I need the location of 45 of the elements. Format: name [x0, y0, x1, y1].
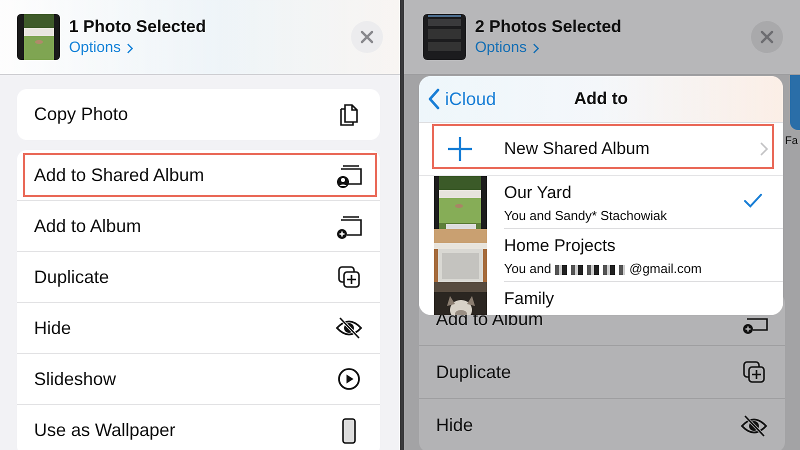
album-members: You and [504, 260, 552, 278]
duplicate-icon [740, 358, 768, 386]
duplicate-icon [335, 263, 363, 291]
action-label: Copy Photo [34, 104, 128, 125]
options-link[interactable]: Options [69, 38, 133, 58]
back-button[interactable]: iCloud [428, 88, 496, 110]
album-name: Our Yard [504, 182, 572, 204]
action-row[interactable]: Add to Shared Album [17, 150, 380, 201]
app-label: Fa [785, 135, 798, 147]
album-name: Home Projects [504, 235, 616, 257]
new-album-row[interactable]: New Shared Album [419, 123, 783, 176]
popup-title: Add to [574, 89, 628, 109]
close-icon [360, 30, 374, 44]
new-album-label: New Shared Album [504, 139, 651, 159]
action-label: Duplicate [34, 266, 110, 288]
action-label: Hide [436, 415, 474, 436]
action-label: Use as Wallpaper [34, 420, 176, 441]
action-label: Slideshow [34, 368, 116, 390]
chevron-icon [532, 42, 539, 54]
close-button[interactable] [751, 21, 783, 53]
action-row[interactable]: Use as Wallpaper [17, 405, 380, 450]
play-icon [335, 365, 363, 393]
action-row[interactable]: Duplicate [419, 346, 785, 399]
plus-icon [447, 136, 473, 162]
album-members: You and Sandy* Stachowiak [504, 207, 667, 225]
action-row[interactable]: Duplicate [17, 252, 380, 303]
header-title: 2 Photos Selected [475, 16, 622, 38]
close-icon [760, 30, 774, 44]
action-label: Hide [34, 318, 72, 338]
action-row[interactable]: Copy Photo [17, 89, 380, 140]
album-icon [742, 318, 768, 334]
chevron-icon [428, 88, 440, 110]
chevron-icon [760, 142, 768, 156]
chevron-icon [126, 42, 133, 54]
album-members-email: @gmail.com [629, 260, 702, 278]
header-title: 1 Photo Selected [69, 16, 207, 38]
action-row[interactable]: Slideshow [17, 354, 380, 405]
close-button[interactable] [351, 21, 383, 53]
action-label: Add to Shared Album [34, 164, 204, 186]
album-row[interactable]: Family [419, 282, 783, 315]
action-row[interactable]: Hide [17, 303, 380, 354]
action-label: Duplicate [436, 362, 512, 382]
action-row[interactable]: Add to Album [17, 201, 380, 252]
action-row[interactable]: Hide [419, 399, 785, 450]
action-label: Add to Album [34, 216, 142, 236]
